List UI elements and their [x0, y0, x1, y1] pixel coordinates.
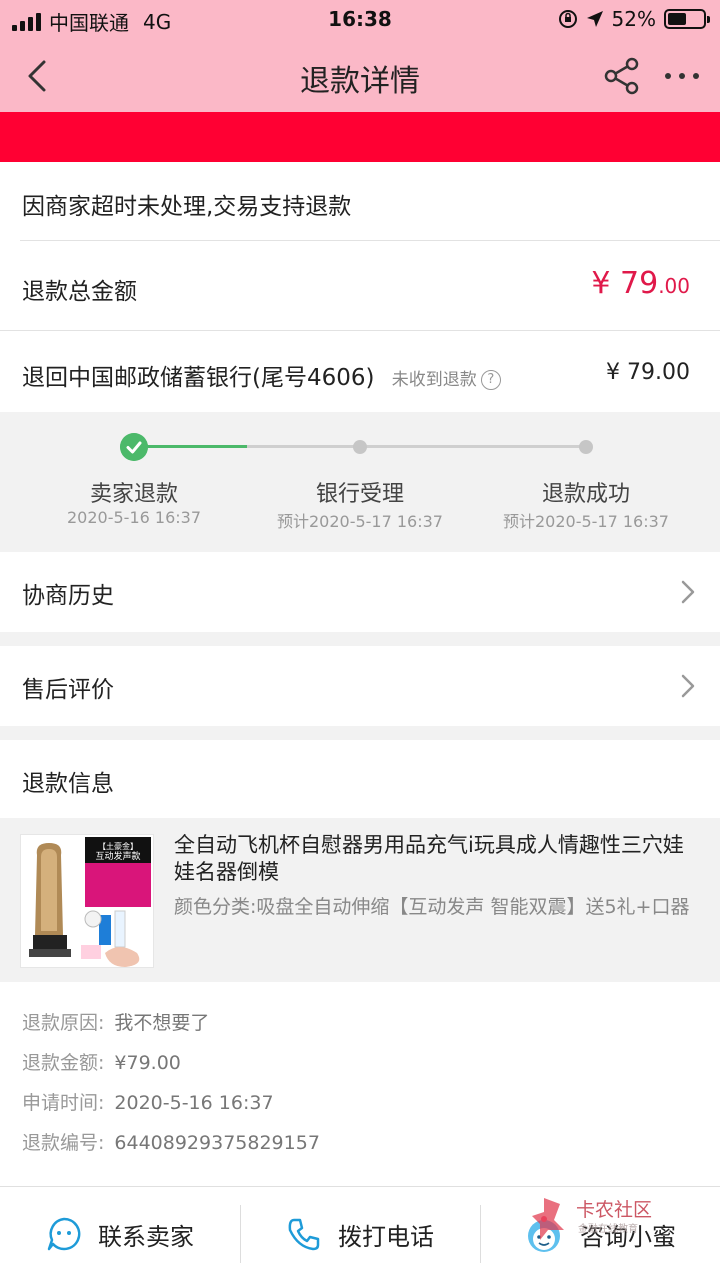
help-icon[interactable]: ?	[480, 370, 501, 390]
progress-line-pending	[247, 445, 587, 448]
step-time: 预计2020-5-17 16:37	[502, 512, 669, 531]
check-icon	[120, 433, 148, 461]
thumb-badge: 【土豪金】	[98, 841, 138, 851]
refund-info-title: 退款信息	[22, 771, 114, 797]
total-amount-label: 退款总金额	[22, 279, 137, 305]
bank-label: 退回中国邮政储蓄银行(尾号4606)	[22, 365, 375, 391]
product-thumbnail[interactable]: 【土豪金】 互动发声款	[20, 834, 154, 968]
battery-icon	[664, 9, 710, 29]
refund-destination: 退回中国邮政储蓄银行(尾号4606) 未收到退款?	[22, 358, 501, 392]
after-sales-review-row[interactable]: 售后评价	[0, 646, 720, 726]
watermark-subtext: 金融在线教育	[578, 1222, 638, 1235]
refund-info-header: 退款信息	[0, 740, 720, 818]
watermark-text: 卡农社区	[576, 1199, 652, 1221]
refund-amount: 退款金额: ¥79.00	[22, 1052, 181, 1074]
product-spec: 颜色分类:吸盘全自动伸缩【互动发声 智能双震】送5礼+口器	[174, 896, 690, 918]
more-icon[interactable]	[662, 66, 702, 86]
progress-node-pending	[579, 440, 593, 454]
contact-seller-label: 联系卖家	[98, 1222, 194, 1251]
total-amount-value: ¥ 79.00	[591, 266, 690, 301]
product-title[interactable]: 全自动飞机杯自慰器男用品充气i玩具成人情趣性三穴娃娃名器倒模	[174, 832, 694, 886]
watermark-logo: 卡农社区 金融在线教育	[530, 1190, 680, 1250]
refund-reason-line: 因商家超时未处理,交易支持退款	[22, 194, 352, 220]
step-label: 退款成功	[541, 482, 630, 507]
chevron-right-icon	[681, 580, 695, 604]
progress-line-done	[134, 445, 247, 448]
share-icon[interactable]	[602, 56, 642, 96]
status-bar: 中国联通 4G 16:38 52%	[0, 0, 720, 40]
not-received-link[interactable]: 未收到退款?	[392, 370, 501, 390]
phone-icon	[288, 1218, 320, 1251]
orientation-lock-icon	[558, 10, 577, 28]
contact-seller-button[interactable]: 联系卖家	[0, 1187, 240, 1280]
after-sales-review-label: 售后评价	[22, 677, 114, 703]
location-arrow-icon	[586, 11, 603, 27]
chat-bubble-icon	[47, 1217, 81, 1251]
refund-reason: 退款原因: 我不想要了	[22, 1012, 210, 1034]
chevron-right-icon	[681, 674, 695, 698]
call-label: 拨打电话	[338, 1222, 434, 1251]
negotiation-history-label: 协商历史	[22, 583, 114, 609]
thumb-banner: 互动发声款	[95, 850, 140, 862]
refund-number: 退款编号: 64408929375829157	[22, 1132, 320, 1154]
step-time: 预计2020-5-17 16:37	[276, 512, 443, 531]
step-label: 银行受理	[315, 482, 404, 507]
step-label: 卖家退款	[89, 482, 178, 507]
status-banner	[0, 112, 720, 162]
apply-time: 申请时间: 2020-5-16 16:37	[22, 1092, 274, 1114]
nav-bar: 退款详情	[0, 40, 720, 112]
product-image-icon: 【土豪金】 互动发声款	[21, 835, 153, 967]
divider	[0, 330, 720, 331]
bank-amount: ¥ 79.00	[606, 360, 690, 385]
battery-percent: 52%	[611, 7, 656, 31]
step-time: 2020-5-16 16:37	[67, 508, 201, 527]
divider	[20, 240, 720, 241]
call-button[interactable]: 拨打电话	[240, 1187, 480, 1280]
negotiation-history-row[interactable]: 协商历史	[0, 552, 720, 632]
progress-node-pending	[353, 440, 367, 454]
